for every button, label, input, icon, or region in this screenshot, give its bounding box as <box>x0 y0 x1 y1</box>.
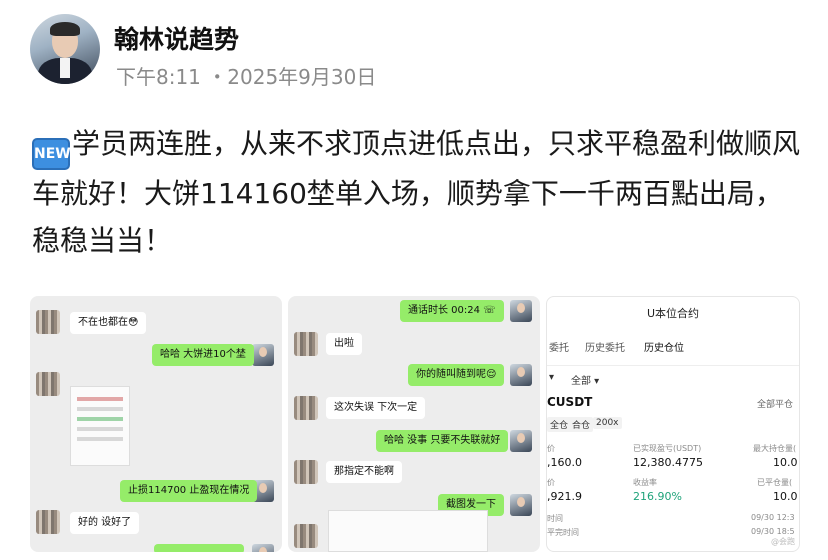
tab-orders[interactable]: 委托 <box>549 339 569 354</box>
blurred-avatar <box>294 396 318 420</box>
post-text: NEW学员两连胜，从来不求顶点进低点出，只求平稳盈利做顺风车就好！大饼11416… <box>32 120 808 264</box>
blurred-avatar <box>294 332 318 356</box>
tab-position-history[interactable]: 历史仓位 <box>644 339 684 354</box>
chat-message: 哈哈 大饼进10个埜 <box>152 344 254 366</box>
chat-message: 哈哈 没事 只要不失联就好 <box>376 430 509 452</box>
chat-message-partial <box>154 544 244 552</box>
chat-message: 这次失误 下次一定 <box>326 397 426 419</box>
tab-order-history[interactable]: 历史委托 <box>585 339 625 354</box>
realized-pnl-label: 已实现盈亏(USDT) <box>633 444 702 453</box>
avatar <box>510 300 532 322</box>
blurred-avatar <box>294 524 318 548</box>
blurred-avatar <box>294 460 318 484</box>
avatar <box>510 494 532 516</box>
post-body: 学员两连胜，从来不求顶点进低点出，只求平稳盈利做顺风车就好！大饼114160埜单… <box>32 127 801 257</box>
call-duration-message: 通话时长 00:24 ☏ <box>400 300 504 322</box>
chat-message: 止损114700 止盈现在情况 <box>120 480 258 502</box>
chat-message: 好的 设好了 <box>70 512 140 534</box>
closed-qty-label: 已平仓量( <box>757 478 793 487</box>
blurred-avatar <box>36 310 60 334</box>
close-time-label: 平完时间 <box>547 528 579 537</box>
open-price-value: ,160.0 <box>547 456 582 469</box>
close-price-value: ,921.9 <box>547 490 582 503</box>
chat-screenshot-1[interactable]: 不在也都在😳 哈哈 大饼进10个埜 止损114700 止盈现在情况 好的 设好了 <box>30 296 282 552</box>
chat-screenshot-2[interactable]: 通话时长 00:24 ☏ 出啦 你的随叫随到呢😌 这次失误 下次一定 哈哈 没事… <box>288 296 540 552</box>
margin-mode-tag: 全仓 <box>547 417 572 432</box>
avatar <box>252 344 274 366</box>
close-time-value: 09/30 18:5 <box>751 527 795 536</box>
chat-message: 你的随叫随到呢😌 <box>408 364 505 386</box>
new-badge-icon: NEW <box>32 138 71 170</box>
blurred-avatar <box>36 510 60 534</box>
trading-screenshot[interactable]: U本位合约 委托 历史委托 历史仓位 ▾ 全部 ▾ CUSDT 全部平仓 全仓 … <box>546 296 800 552</box>
trading-pair: CUSDT <box>547 395 593 409</box>
leverage-tag: 200x <box>593 417 622 429</box>
open-time-value: 09/30 12:3 <box>751 513 795 522</box>
open-price-label: 价 <box>547 444 555 453</box>
post-timestamp: 下午8:11 ・2025年9月30日 <box>116 65 377 89</box>
max-position-value: 10.0 <box>773 456 798 469</box>
closed-qty-value: 10.0 <box>773 490 798 503</box>
image-thumbnail[interactable] <box>328 510 488 552</box>
avatar <box>252 544 274 552</box>
app-title: U本位合约 <box>646 307 700 320</box>
close-all-label: 全部平仓 <box>756 400 793 410</box>
blurred-avatar <box>36 372 60 396</box>
divider <box>547 365 799 366</box>
close-price-label: 价 <box>547 478 555 487</box>
roi-value: 216.90% <box>633 490 682 503</box>
open-time-label: 时间 <box>547 514 563 523</box>
roi-label: 收益率 <box>633 478 657 487</box>
avatar <box>510 430 532 452</box>
author-name[interactable]: 翰林说趋势 <box>114 20 239 56</box>
chat-message: 那指定不能啊 <box>326 461 402 483</box>
chat-message: 不在也都在😳 <box>70 312 147 334</box>
image-thumbnail[interactable] <box>70 386 130 466</box>
avatar <box>510 364 532 386</box>
filter-prefix[interactable]: ▾ <box>549 372 554 383</box>
watermark: @会跑 <box>771 537 795 546</box>
author-avatar[interactable] <box>30 14 100 84</box>
chat-message: 出啦 <box>326 333 362 355</box>
filter-all-dropdown[interactable]: 全部 ▾ <box>571 372 599 387</box>
max-position-label: 最大持仓量( <box>753 444 797 453</box>
realized-pnl-value: 12,380.4775 <box>633 456 703 469</box>
position-mode-tag: 合仓 <box>569 417 594 432</box>
